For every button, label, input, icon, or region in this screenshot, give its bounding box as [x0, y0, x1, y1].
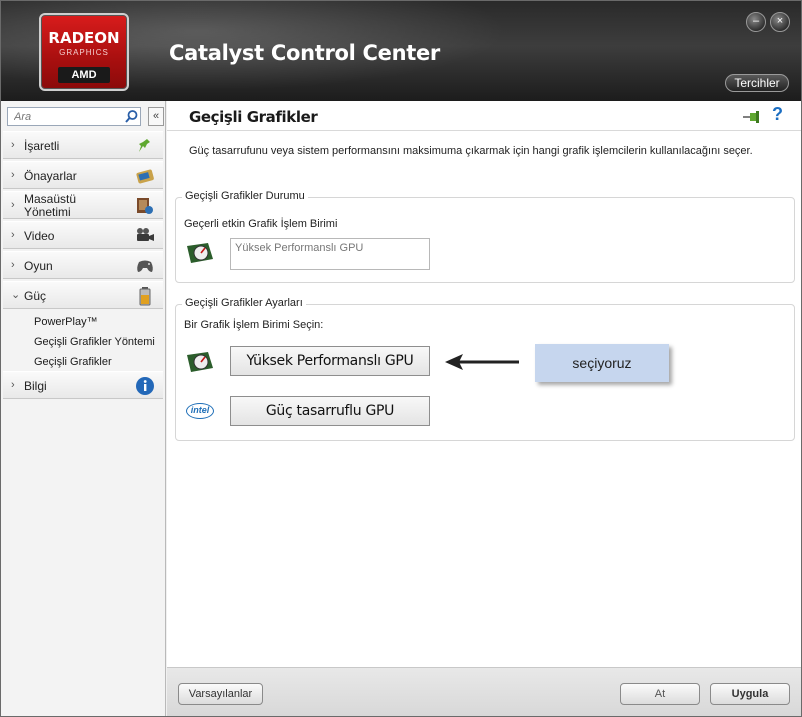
- gamepad-icon: [137, 260, 153, 272]
- pin-icon: [139, 139, 150, 152]
- sidebar-item-power[interactable]: ⌄ Güç: [3, 281, 163, 309]
- current-gpu-label: Geçerli etkin Grafik İşlem Birimi: [184, 218, 338, 230]
- annotation-callout: seçiyoruz: [535, 344, 669, 382]
- status-group: Geçişli Grafikler Durumu Geçerli etkin G…: [175, 190, 795, 283]
- search-icon[interactable]: [124, 109, 139, 124]
- main-panel: Geçişli Grafikler ? Güç tasarrufunu veya…: [167, 101, 801, 716]
- sidebar-item-label: Oyun: [24, 259, 53, 273]
- sidebar-item-gaming[interactable]: › Oyun: [3, 251, 163, 279]
- sidebar-item-label-line2: Yönetimi: [24, 205, 71, 219]
- current-gpu-field: Yüksek Performanslı GPU: [230, 238, 430, 270]
- video-camera-icon: [137, 228, 154, 241]
- amd-gpu-icon: [187, 243, 213, 263]
- sidebar-item-desktop-management[interactable]: › Masaüstü Yönetimi: [3, 191, 163, 219]
- power-saving-gpu-button[interactable]: Güç tasarruflu GPU: [230, 396, 430, 426]
- chevron-right-icon: ›: [11, 199, 15, 211]
- sidebar-item-label-line1: Masaüstü: [24, 192, 77, 206]
- chevron-right-icon: ›: [11, 259, 15, 271]
- footer-bar: Varsayılanlar At Uygula: [167, 667, 801, 716]
- intel-logo-icon: intel: [186, 403, 214, 419]
- select-gpu-label: Bir Grafik İşlem Birimi Seçin:: [184, 319, 324, 331]
- amd-gpu-icon: [187, 352, 213, 372]
- sidebar-item-information[interactable]: › Bilgi: [3, 371, 163, 399]
- sidebar-subitem-powerplay[interactable]: PowerPlay™: [34, 316, 98, 328]
- radeon-logo: RADEON GRAPHICS AMD: [39, 13, 129, 91]
- defaults-button[interactable]: Varsayılanlar: [178, 683, 263, 705]
- sidebar-item-label: Önayarlar: [24, 169, 77, 183]
- sidebar-item-presets[interactable]: › Önayarlar: [3, 161, 163, 189]
- chevron-right-icon: ›: [11, 139, 15, 151]
- apply-button[interactable]: Uygula: [710, 683, 790, 705]
- chevron-right-icon: ›: [11, 169, 15, 181]
- sidebar-subitem-switchable-graphics[interactable]: Geçişli Grafikler: [34, 356, 112, 368]
- presets-icon: [136, 169, 154, 184]
- settings-group: Geçişli Grafikler Ayarları Bir Grafik İş…: [175, 297, 795, 441]
- page-description: Güç tasarrufunu veya sistem performansın…: [189, 145, 753, 157]
- status-group-title: Geçişli Grafikler Durumu: [182, 190, 308, 202]
- sidebar-item-label: Güç: [24, 289, 47, 303]
- app-header: RADEON GRAPHICS AMD Catalyst Control Cen…: [1, 1, 801, 101]
- sidebar-item-pinned[interactable]: › İşaretli: [3, 131, 163, 159]
- minimize-button[interactable]: –: [746, 12, 766, 32]
- preferences-button[interactable]: Tercihler: [725, 74, 789, 92]
- ccc-window: RADEON GRAPHICS AMD Catalyst Control Cen…: [0, 0, 802, 717]
- close-button[interactable]: ×: [770, 12, 790, 32]
- high-performance-gpu-button[interactable]: Yüksek Performanslı GPU: [230, 346, 430, 376]
- pin-page-icon[interactable]: [742, 108, 762, 126]
- chevron-right-icon: ›: [11, 229, 15, 241]
- discard-button[interactable]: At: [620, 683, 700, 705]
- sidebar-item-label: Bilgi: [24, 379, 47, 393]
- search-input[interactable]: [10, 109, 118, 124]
- logo-sub: GRAPHICS: [59, 48, 109, 57]
- sidebar-subitem-switchable-method[interactable]: Geçişli Grafikler Yöntemi: [34, 336, 155, 348]
- sidebar-item-label: İşaretli: [24, 139, 60, 153]
- arrow-left-icon: [445, 354, 519, 370]
- settings-group-title: Geçişli Grafikler Ayarları: [182, 297, 306, 309]
- logo-maker: AMD: [58, 67, 110, 83]
- search-box: [7, 107, 141, 126]
- sidebar: « › İşaretli › Önayarlar › MasaüstüYönet…: [1, 101, 166, 716]
- logo-brand: RADEON: [48, 29, 120, 47]
- sidebar-item-video[interactable]: › Video: [3, 221, 163, 249]
- chevron-right-icon: ›: [11, 379, 15, 391]
- close-icon: ×: [776, 15, 784, 27]
- sidebar-item-label: Video: [24, 229, 55, 243]
- collapse-sidebar-button[interactable]: «: [148, 107, 164, 126]
- minimize-icon: –: [752, 15, 760, 27]
- info-icon: [136, 377, 154, 395]
- page-title-bar: Geçişli Grafikler ?: [167, 101, 801, 131]
- help-icon[interactable]: ?: [772, 104, 783, 125]
- page-title: Geçişli Grafikler: [189, 108, 318, 126]
- desktop-management-icon: [137, 198, 153, 214]
- battery-icon: [139, 287, 151, 306]
- app-title: Catalyst Control Center: [169, 41, 440, 65]
- sidebar-item-label: Masaüstü Yönetimi: [24, 193, 76, 219]
- chevron-down-icon: ⌄: [11, 289, 21, 301]
